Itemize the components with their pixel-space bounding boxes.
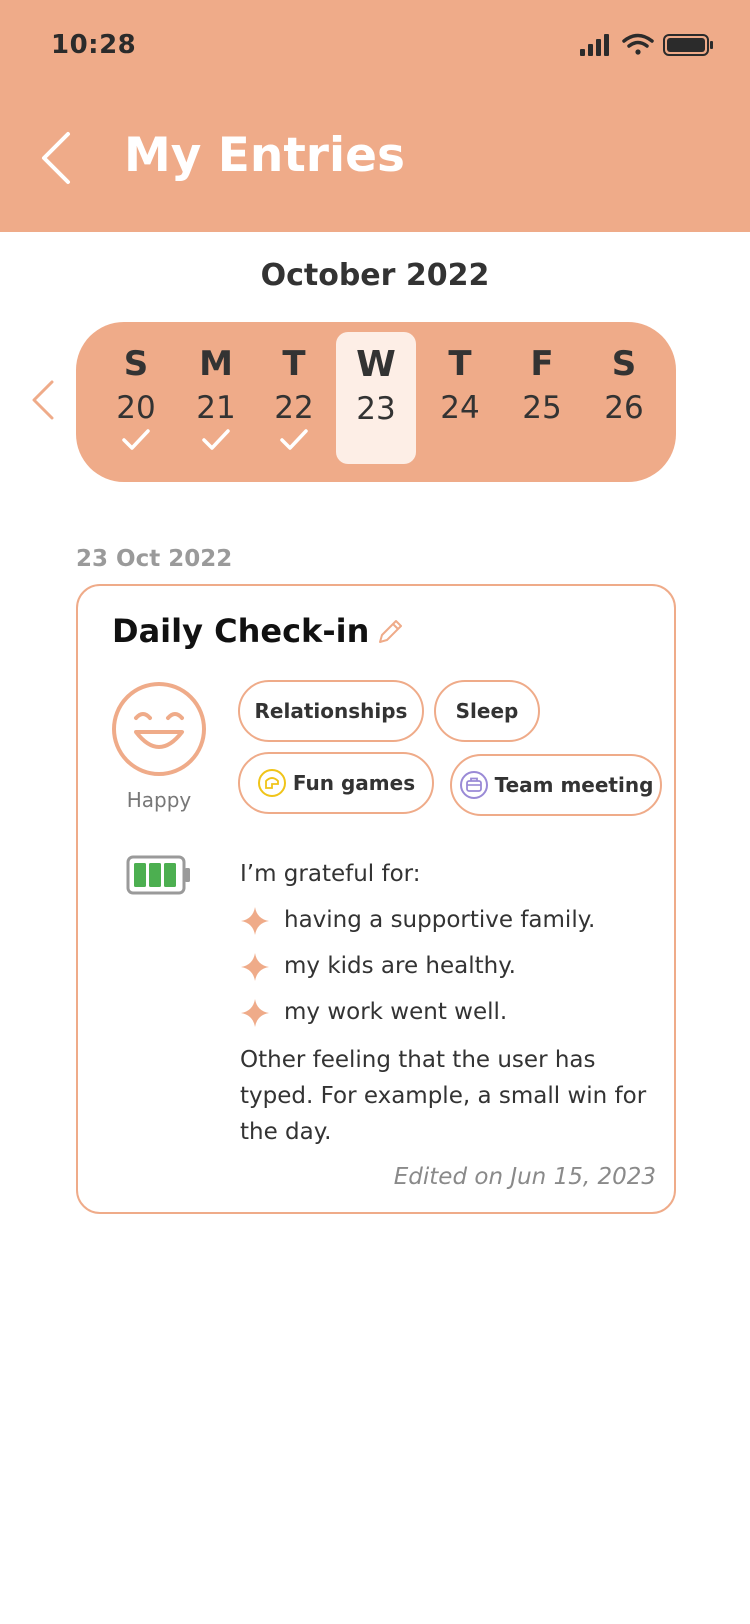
grateful-title: I’m grateful for:: [240, 861, 421, 887]
grateful-item-text: having a supportive family.: [284, 907, 596, 933]
grateful-item-text: my kids are healthy.: [284, 953, 516, 979]
previous-week-button[interactable]: [28, 378, 58, 422]
day-21[interactable]: M 21: [176, 332, 256, 464]
day-number: 24: [440, 390, 480, 426]
day-of-week: T: [282, 344, 306, 384]
other-feeling-text: Other feeling that the user has typed. F…: [240, 1047, 647, 1145]
signal-icon: [580, 34, 609, 56]
day-of-week: T: [448, 344, 472, 384]
app-header: 10:28 My Entries: [0, 0, 750, 232]
chevron-left-icon: [32, 380, 54, 420]
day-22[interactable]: T 22: [254, 332, 334, 464]
grateful-item-text: my work went well.: [284, 999, 508, 1025]
sparkle-icon: [241, 999, 269, 1027]
day-24[interactable]: T 24: [420, 332, 500, 464]
day-of-week: S: [123, 344, 149, 384]
battery-status-icon: [663, 34, 713, 56]
tag-relationships[interactable]: Relationships: [238, 680, 424, 742]
day-number: 23: [356, 391, 396, 427]
tag-label: Sleep: [455, 699, 519, 723]
edited-timestamp: Edited on Jun 15, 2023: [393, 1164, 656, 1190]
chevron-left-icon: [42, 132, 70, 184]
status-time: 10:28: [51, 30, 137, 60]
day-23-selected[interactable]: W 23: [336, 332, 416, 464]
back-button[interactable]: [36, 128, 76, 188]
tag-label: Team meeting: [494, 773, 654, 797]
day-of-week: W: [356, 344, 396, 385]
status-icons: [580, 33, 713, 56]
day-of-week: F: [530, 344, 554, 384]
tag-sleep[interactable]: Sleep: [434, 680, 540, 742]
grateful-item: having a supportive family.: [240, 904, 660, 936]
entry-date: 23 Oct 2022: [76, 546, 233, 572]
mood-label: Happy: [126, 788, 192, 812]
tag-fun-games[interactable]: Fun games: [238, 752, 434, 814]
journal-text: I’m grateful for: having a supportive fa…: [240, 858, 660, 1150]
check-icon: [122, 429, 150, 450]
month-label: October 2022: [260, 258, 490, 293]
wifi-icon: [622, 33, 654, 55]
day-number: 21: [196, 390, 236, 426]
day-of-week: S: [611, 344, 637, 384]
day-20[interactable]: S 20: [96, 332, 176, 464]
check-icon: [280, 429, 308, 450]
day-number: 22: [274, 390, 314, 426]
day-number: 25: [522, 390, 562, 426]
entry-card[interactable]: Daily Check-in Happy Relationships Sleep…: [76, 584, 676, 1214]
day-26[interactable]: S 26: [584, 332, 664, 464]
day-number: 20: [116, 390, 156, 426]
entry-title: Daily Check-in: [112, 612, 370, 650]
check-icon: [202, 429, 230, 450]
sparkle-icon: [241, 907, 269, 935]
grateful-item: my work went well.: [240, 996, 660, 1028]
day-of-week: M: [199, 344, 233, 384]
edit-pencil-icon[interactable]: [376, 616, 406, 646]
battery-icon: [126, 855, 190, 895]
day-number: 26: [604, 390, 644, 426]
tag-team-meeting[interactable]: Team meeting: [450, 754, 662, 816]
day-25[interactable]: F 25: [502, 332, 582, 464]
briefcase-icon: [459, 771, 488, 799]
happy-face-icon: [112, 682, 206, 776]
tag-label: Fun games: [292, 771, 416, 795]
tag-label: Relationships: [254, 699, 408, 723]
grateful-item: my kids are healthy.: [240, 950, 660, 982]
page-title: My Entries: [124, 128, 405, 183]
sparkle-icon: [241, 953, 269, 981]
week-strip: S 20 M 21 T 22 W 23 T 24 F 25 S 26: [76, 322, 676, 482]
fun-games-icon: [257, 769, 286, 797]
